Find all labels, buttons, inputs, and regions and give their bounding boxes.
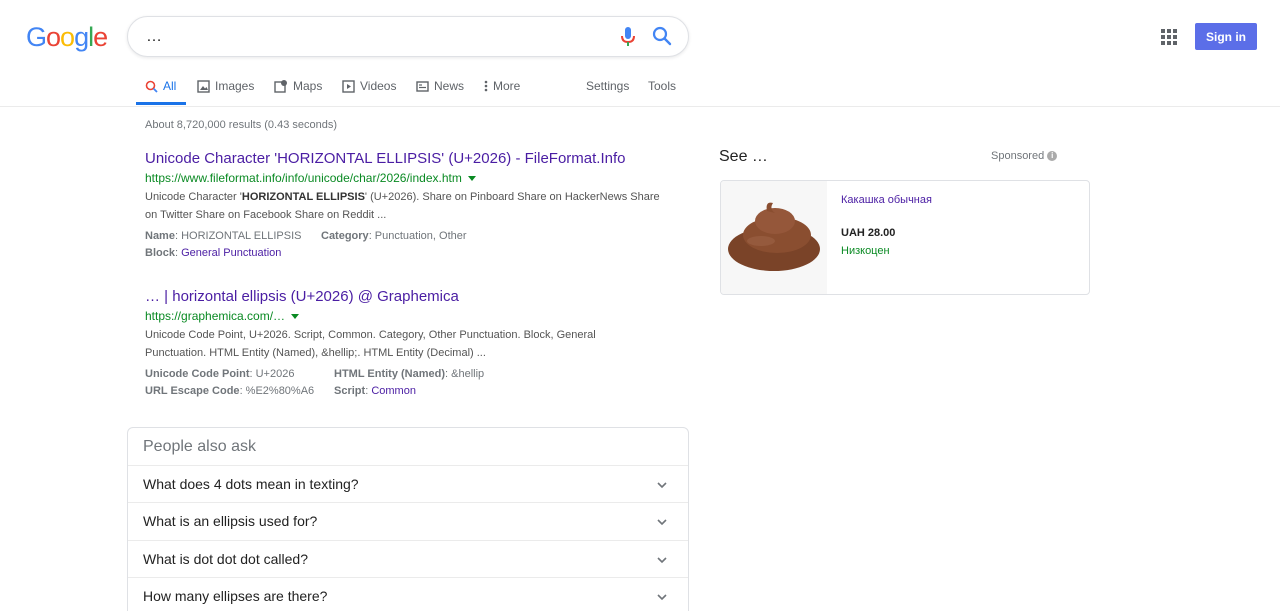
tab-maps[interactable]: Maps xyxy=(274,78,322,94)
tab-news-label: News xyxy=(434,79,465,93)
product-photo-icon xyxy=(728,202,820,271)
tab-tools[interactable]: Tools xyxy=(648,78,676,94)
paa-title: People also ask xyxy=(143,438,256,455)
logo-letter-o1: o xyxy=(46,22,61,52)
tab-all-label: All xyxy=(163,79,177,93)
shopping-ad-card[interactable]: Какашка обычная UAH 28.00 Низкоцен xyxy=(720,180,1090,295)
paa-question-2[interactable]: What is an ellipsis used for? xyxy=(128,502,688,540)
tab-all[interactable]: All xyxy=(145,78,176,94)
snippet-bold: HORIZONTAL ELLIPSIS xyxy=(241,191,365,203)
chevron-down-icon xyxy=(657,594,667,601)
chevron-down-icon xyxy=(657,482,667,489)
search-icon[interactable] xyxy=(652,26,672,46)
sign-in-button[interactable]: Sign in xyxy=(1195,23,1257,50)
info-icon[interactable]: i xyxy=(1047,151,1058,161)
paa-question-3[interactable]: What is dot dot dot called? xyxy=(128,540,688,578)
tab-settings-label: Settings xyxy=(586,79,630,93)
attr-codepoint-key: Unicode Code Point xyxy=(145,368,250,380)
paa-question-text: How many ellipses are there? xyxy=(143,588,328,604)
attr-url-escape-key: URL Escape Code xyxy=(145,385,240,397)
paa-question-text: What is dot dot dot called? xyxy=(143,551,308,567)
paa-question-text: What does 4 dots mean in texting? xyxy=(143,476,359,492)
result-2-url: https://graphemica.com/… xyxy=(145,309,286,323)
product-price: UAH 28.00 xyxy=(841,227,896,239)
product-name[interactable]: Какашка обычная xyxy=(841,194,932,206)
result-1-title[interactable]: Unicode Character 'HORIZONTAL ELLIPSIS' … xyxy=(145,149,665,169)
chevron-down-icon xyxy=(657,557,667,564)
tab-tools-label: Tools xyxy=(648,79,677,93)
tab-settings[interactable]: Settings xyxy=(586,78,629,94)
search-small-icon xyxy=(145,80,158,93)
search-result-1: Unicode Character 'HORIZONTAL ELLIPSIS' … xyxy=(145,149,665,262)
logo-letter-e: e xyxy=(93,22,108,52)
tab-more[interactable]: More xyxy=(484,78,520,94)
search-result-2: … | horizontal ellipsis (U+2026) @ Graph… xyxy=(145,287,665,400)
tab-images[interactable]: Images xyxy=(197,78,254,94)
result-2-title[interactable]: … | horizontal ellipsis (U+2026) @ Graph… xyxy=(145,287,665,307)
attr-html-entity-key: HTML Entity (Named) xyxy=(334,368,446,380)
microphone-icon[interactable] xyxy=(619,26,637,48)
logo-letter-g1: G xyxy=(26,22,47,52)
people-also-ask: People also ask What does 4 dots mean in… xyxy=(127,427,689,611)
attr-block-key: Block xyxy=(145,247,175,259)
tab-more-label: More xyxy=(493,79,521,93)
tab-images-label: Images xyxy=(215,79,255,93)
caret-down-icon[interactable] xyxy=(291,313,300,319)
logo-letter-g2: g xyxy=(74,22,89,52)
caret-down-icon[interactable] xyxy=(467,175,476,181)
attr-block-link[interactable]: General Punctuation xyxy=(181,247,281,259)
tab-maps-label: Maps xyxy=(293,79,323,93)
tab-news[interactable]: News xyxy=(416,78,464,94)
attr-script-key: Script xyxy=(334,385,366,397)
active-tab-indicator xyxy=(136,102,186,105)
snippet-text: Unicode Character ' xyxy=(145,191,242,203)
attr-category-key: Category xyxy=(321,230,369,242)
result-1-snippet: Unicode Character 'HORIZONTAL ELLIPSIS' … xyxy=(145,188,665,224)
sponsored-text: Sponsored xyxy=(991,150,1045,162)
product-merchant: Низкоцен xyxy=(841,245,890,257)
chevron-down-icon xyxy=(657,519,667,526)
result-2-snippet: Unicode Code Point, U+2026. Script, Comm… xyxy=(145,329,596,359)
result-1-url: https://www.fileformat.info/info/unicode… xyxy=(145,171,462,185)
sponsored-label: Sponsored i xyxy=(991,150,1058,162)
paa-question-4[interactable]: How many ellipses are there? xyxy=(128,577,688,611)
result-stats: About 8,720,000 results (0.43 seconds) xyxy=(145,119,338,131)
shopping-panel-title: See … xyxy=(719,148,768,165)
logo-letter-o2: o xyxy=(60,22,75,52)
tab-videos-label: Videos xyxy=(360,79,397,93)
news-icon xyxy=(416,80,429,92)
product-image xyxy=(721,181,827,294)
image-icon xyxy=(197,79,210,93)
attr-html-entity-value: : &hellip xyxy=(445,368,485,380)
map-icon xyxy=(274,80,287,93)
tab-videos[interactable]: Videos xyxy=(342,78,396,94)
attr-name-value: : HORIZONTAL ELLIPSIS xyxy=(174,230,302,242)
search-box xyxy=(127,16,689,57)
attr-name-key: Name xyxy=(145,230,175,242)
paa-question-text: What is an ellipsis used for? xyxy=(143,513,318,529)
attr-category-value: : Punctuation, Other xyxy=(368,230,467,242)
google-logo[interactable]: Google xyxy=(26,22,108,53)
search-tabs-bar: All Images Maps Videos News More Setting… xyxy=(0,70,1280,107)
video-icon xyxy=(342,79,355,93)
paa-question-1[interactable]: What does 4 dots mean in texting? xyxy=(128,465,688,503)
more-vertical-icon xyxy=(484,80,488,92)
attr-url-escape-value: : %E2%80%A6 xyxy=(239,385,315,397)
apps-grid-icon[interactable] xyxy=(1160,28,1178,46)
attr-script-link[interactable]: Common xyxy=(371,385,416,397)
search-input[interactable] xyxy=(146,26,606,48)
attr-codepoint-value: : U+2026 xyxy=(249,368,295,380)
